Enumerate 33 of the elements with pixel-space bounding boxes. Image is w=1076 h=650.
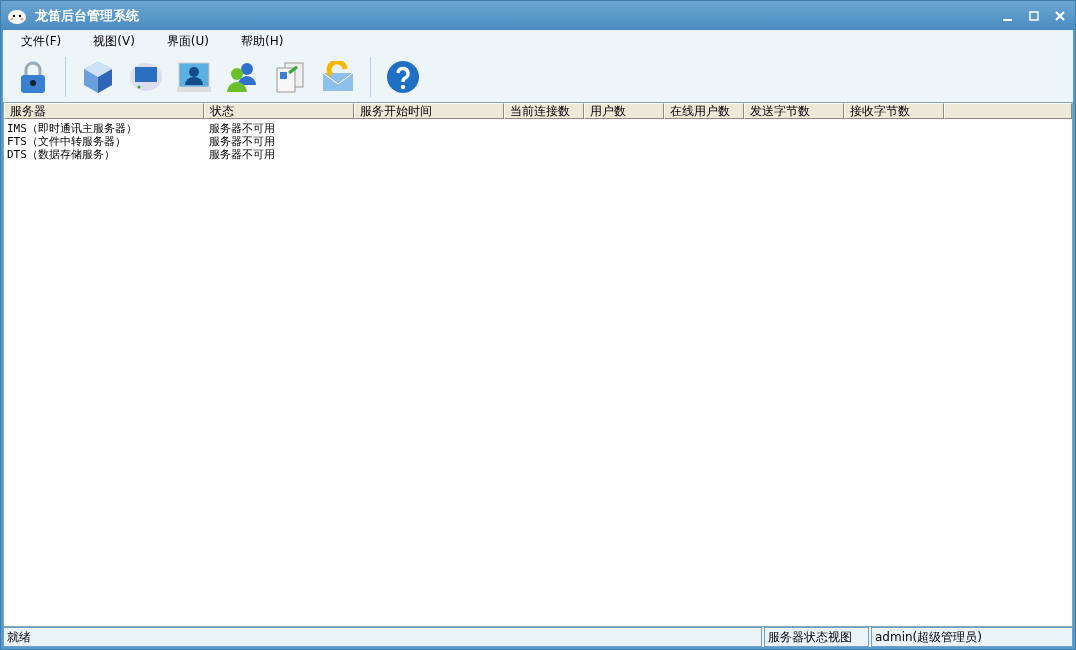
table-cell-text: 服务器不可用 xyxy=(208,148,276,161)
menu-item[interactable]: 帮助(H) xyxy=(233,30,292,52)
table-cell-text: FTS（文件中转服务器） xyxy=(6,135,127,148)
help-icon xyxy=(386,60,420,94)
status-text: 就绪 xyxy=(3,627,762,647)
user-card-icon xyxy=(177,61,211,93)
column-header[interactable]: 服务开始时间 xyxy=(354,103,504,119)
documents-icon xyxy=(275,61,305,93)
padlock-icon xyxy=(18,60,48,94)
mascot-logo-icon xyxy=(7,7,27,24)
column-header[interactable]: 发送字节数 xyxy=(744,103,844,119)
column-header[interactable]: 用户数 xyxy=(584,103,664,119)
menu-item[interactable]: 视图(V) xyxy=(85,30,143,52)
menu-item[interactable]: 文件(F) xyxy=(13,30,70,52)
status-text: admin(超级管理员) xyxy=(871,627,1073,647)
monitor-icon xyxy=(129,61,163,93)
users-icon xyxy=(225,61,259,93)
maximize-icon[interactable] xyxy=(1029,10,1039,21)
table-cell-text: IMS（即时通讯主服务器） xyxy=(6,122,138,135)
menu-item[interactable]: 界面(U) xyxy=(158,30,217,52)
column-header[interactable]: 接收字节数 xyxy=(844,103,944,119)
column-header[interactable]: 在线用户数 xyxy=(664,103,744,119)
envelope-icon xyxy=(321,61,355,93)
close-icon[interactable] xyxy=(1055,10,1065,21)
table-cell-text: 服务器不可用 xyxy=(208,122,276,135)
window-title: 龙笛后台管理系统 xyxy=(35,6,140,25)
table-cell-text: 服务器不可用 xyxy=(208,135,276,148)
table-cell-text: DTS（数据存储服务） xyxy=(6,148,116,161)
column-header[interactable]: 服务器 xyxy=(4,103,204,119)
column-header[interactable]: 状态 xyxy=(204,103,354,119)
column-header[interactable]: 当前连接数 xyxy=(504,103,584,119)
cube-icon xyxy=(82,60,114,94)
status-text: 服务器状态视图 xyxy=(764,627,869,647)
